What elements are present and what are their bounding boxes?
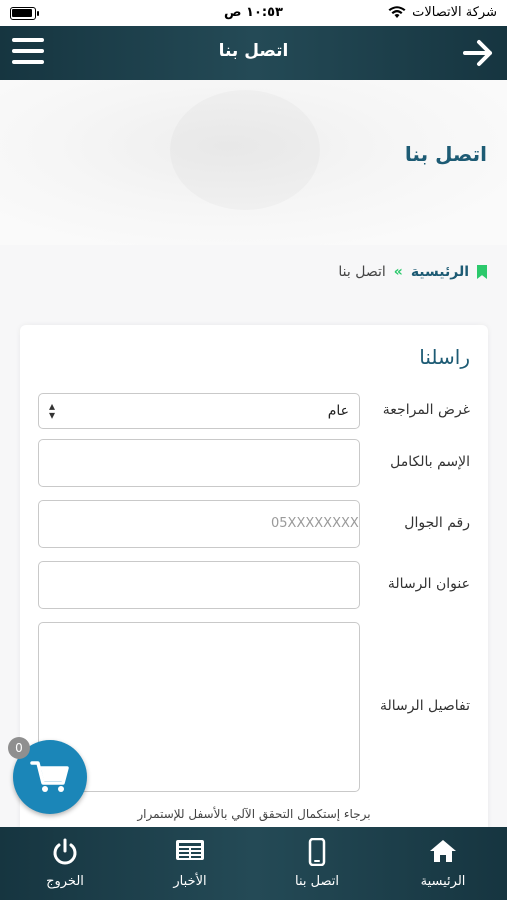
subject-label: عنوان الرسالة [387, 576, 470, 592]
full-name-input[interactable] [38, 439, 360, 487]
name-label: الإسم بالكامل [390, 454, 470, 470]
nav-label-contact: اتصل بنا [295, 874, 339, 889]
nav-label-home: الرئيسية [420, 874, 466, 889]
mobile-label: رقم الجوال [404, 515, 470, 531]
home-icon [430, 840, 456, 862]
subject-row: عنوان الرسالة [38, 561, 470, 609]
app-header: اتصل بنا [0, 26, 507, 80]
nav-item-news[interactable]: الأخبار [140, 827, 240, 900]
mobile-row: رقم الجوال 05XXXXXXXX [38, 500, 470, 548]
name-row: الإسم بالكامل [38, 439, 470, 487]
power-icon [53, 838, 77, 865]
form-title: راسلنا [419, 345, 470, 369]
carrier-info: شركة الاتصالات [388, 5, 497, 20]
subject-input[interactable] [38, 561, 360, 609]
details-row: تفاصيل الرسالة [38, 622, 470, 792]
contact-form-card: راسلنا غرض المراجعة عام ▴ ▾ الإسم بالكامل… [20, 325, 488, 835]
select-arrows-icon: ▴ ▾ [49, 399, 56, 422]
purpose-selected-value: عام [327, 403, 349, 419]
breadcrumb: الرئيسية » اتصل بنا [338, 264, 487, 280]
breadcrumb-current: اتصل بنا [338, 264, 386, 280]
purpose-select[interactable]: عام ▴ ▾ [38, 393, 360, 429]
captcha-note: برجاء إستكمال التحقق الآلي بالأسفل للإست… [137, 807, 371, 821]
nav-label-news: الأخبار [173, 874, 207, 889]
hero-banner: اتصل بنا [0, 80, 507, 245]
page-title: اتصل بنا [404, 142, 487, 166]
mobile-phone-icon [308, 838, 326, 866]
details-textarea[interactable] [38, 622, 360, 792]
hero-background-image [170, 90, 320, 210]
shopping-cart-icon [30, 761, 69, 792]
header-title: اتصل بنا [218, 41, 289, 61]
details-label: تفاصيل الرسالة [379, 698, 470, 714]
mobile-input[interactable]: 05XXXXXXXX [38, 500, 360, 548]
nav-item-home[interactable]: الرئيسية [393, 827, 493, 900]
bottom-navigation: الرئيسية اتصل بنا الأخبار الخروج [0, 827, 507, 900]
carrier-name: شركة الاتصالات [412, 5, 497, 20]
breadcrumb-separator: » [393, 264, 403, 280]
wifi-icon [388, 6, 406, 18]
nav-label-logout: الخروج [46, 874, 84, 889]
battery-icon [10, 7, 39, 20]
newspaper-icon [176, 840, 204, 860]
cart-count-badge: 0 [8, 737, 30, 759]
purpose-row: غرض المراجعة عام ▴ ▾ [38, 393, 470, 429]
hamburger-menu-icon[interactable] [12, 38, 44, 68]
breadcrumb-home-link[interactable]: الرئيسية [411, 264, 469, 280]
bookmark-icon [477, 265, 487, 279]
nav-item-logout[interactable]: الخروج [15, 827, 115, 900]
mobile-placeholder: 05XXXXXXXX [271, 516, 359, 531]
purpose-label: غرض المراجعة [382, 402, 470, 418]
nav-item-contact[interactable]: اتصل بنا [267, 827, 367, 900]
status-time: ١٠:٥٣ ص [224, 5, 283, 20]
status-bar: شركة الاتصالات ١٠:٥٣ ص [0, 0, 507, 26]
